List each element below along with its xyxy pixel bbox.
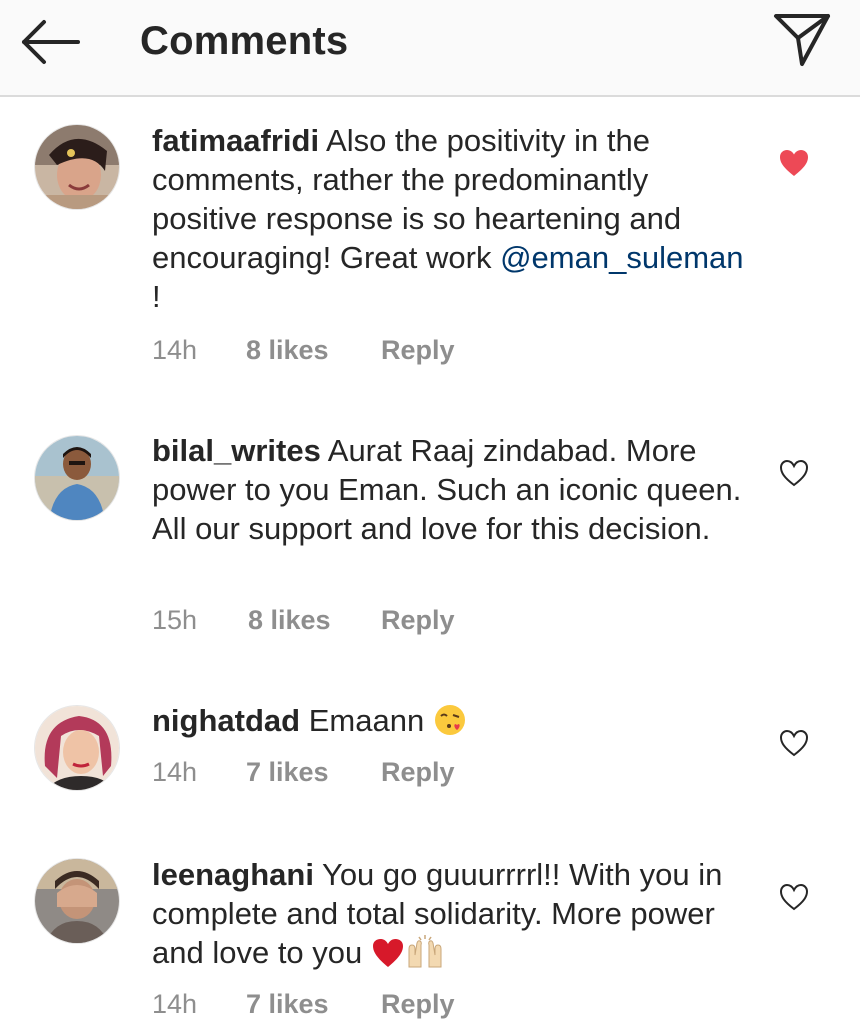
reply-button[interactable]: Reply	[381, 984, 455, 1024]
heart-outline-icon[interactable]	[778, 458, 810, 488]
top-bar: Comments	[0, 0, 860, 97]
comment-timestamp: 14h	[152, 335, 198, 365]
heart-filled-icon[interactable]	[778, 148, 810, 178]
avatar[interactable]	[34, 124, 120, 210]
face-blowing-kiss-emoji	[433, 703, 467, 746]
comment-likes-count[interactable]: 8 likes	[248, 600, 331, 640]
reply-button[interactable]: Reply	[381, 330, 455, 370]
comment-likes-count[interactable]: 8 likes	[246, 330, 329, 370]
heart-outline-icon[interactable]	[778, 882, 810, 912]
comment-username[interactable]: nighatdad	[152, 703, 300, 738]
page-title: Comments	[140, 19, 349, 63]
comment-mention-link[interactable]: @eman_suleman	[500, 240, 743, 275]
comment-text: fatimaafridi Also the positivity in the …	[152, 121, 752, 316]
raising-hands-emoji	[405, 935, 445, 978]
avatar[interactable]	[34, 435, 120, 521]
comment-timestamp: 14h	[152, 989, 198, 1019]
reply-button[interactable]: Reply	[381, 600, 455, 640]
back-arrow-icon[interactable]	[18, 14, 84, 70]
comment-body: Emaann	[300, 703, 433, 738]
comment-text: bilal_writes Aurat Raaj zindabad. More p…	[152, 431, 752, 548]
comment-body-end: !	[152, 279, 161, 314]
avatar[interactable]	[34, 858, 120, 944]
direct-send-icon[interactable]	[770, 10, 834, 70]
comment-timestamp: 14h	[152, 757, 198, 787]
comment-text: leenaghani You go guuurrrrl!! With you i…	[152, 855, 752, 978]
avatar[interactable]	[34, 705, 120, 791]
comment-timestamp: 15h	[152, 605, 198, 635]
comment-text: nighatdad Emaann	[152, 701, 752, 746]
red-heart-emoji	[371, 937, 405, 978]
comment-username[interactable]: leenaghani	[152, 857, 314, 892]
comment-username[interactable]: fatimaafridi	[152, 123, 319, 158]
heart-outline-icon[interactable]	[778, 728, 810, 758]
reply-button[interactable]: Reply	[381, 752, 455, 792]
comment-username[interactable]: bilal_writes	[152, 433, 321, 468]
comment-likes-count[interactable]: 7 likes	[246, 752, 329, 792]
comment-likes-count[interactable]: 7 likes	[246, 984, 329, 1024]
